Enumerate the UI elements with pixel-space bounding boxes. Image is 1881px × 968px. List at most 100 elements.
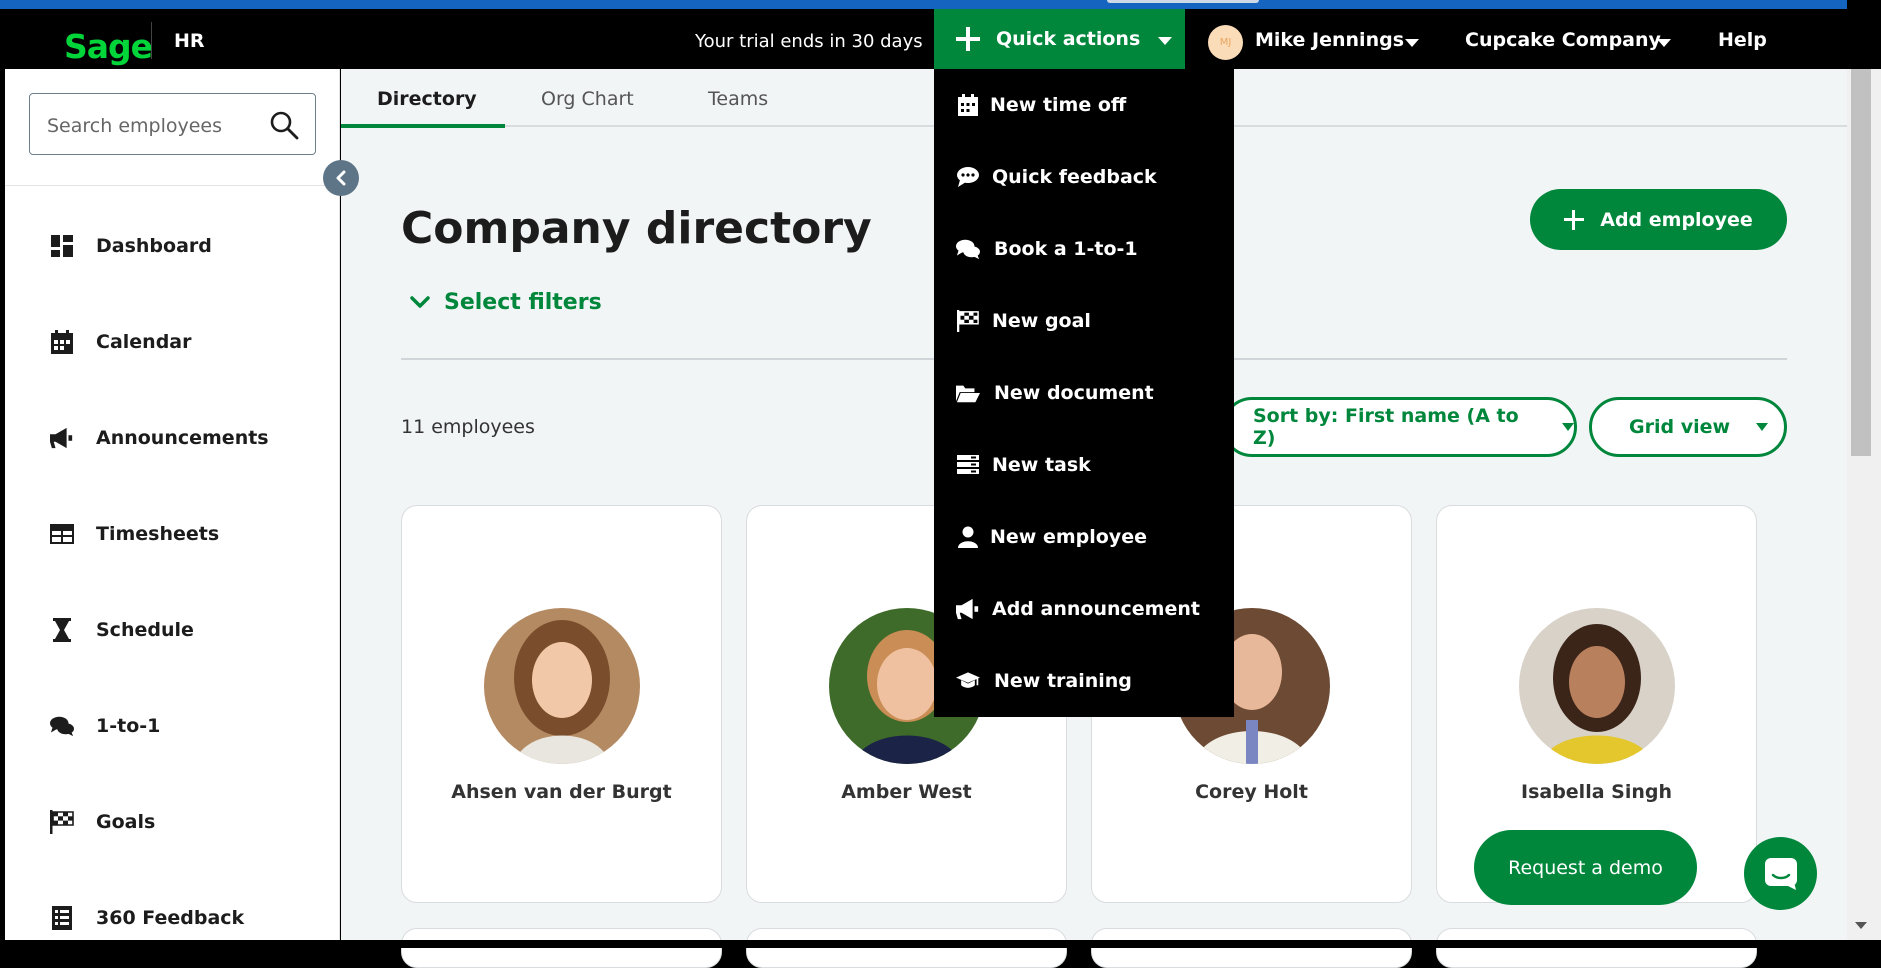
folder-open-icon	[956, 381, 980, 405]
view-label: Grid view	[1629, 416, 1731, 438]
trial-notice: Your trial ends in 30 days	[695, 31, 923, 52]
sort-dropdown[interactable]: Sort by: First name (A to Z)	[1222, 397, 1577, 457]
task-list-icon	[956, 453, 980, 477]
hourglass-icon	[50, 618, 74, 642]
scrollbar-thumb[interactable]	[1851, 69, 1871, 456]
sidebar-item-announcements[interactable]: Announcements	[50, 418, 330, 458]
company-menu[interactable]: Cupcake Company	[1465, 29, 1661, 51]
employee-card[interactable]	[1436, 928, 1757, 968]
select-filters-toggle[interactable]: Select filters	[410, 290, 602, 315]
sidebar-item-label: Timesheets	[96, 523, 220, 545]
menu-item-label: Quick feedback	[992, 166, 1157, 188]
sidebar-item-dashboard[interactable]: Dashboard	[50, 226, 330, 266]
tab-teams[interactable]: Teams	[708, 88, 768, 110]
caret-down-icon[interactable]	[1657, 39, 1671, 47]
chat-bubbles-icon	[956, 237, 980, 261]
sidebar-item-1-to-1[interactable]: 1-to-1	[50, 706, 330, 746]
sort-label: Sort by: First name (A to Z)	[1253, 405, 1519, 449]
menu-item-new-goal[interactable]: New goal	[956, 306, 1091, 336]
logo-divider	[151, 22, 152, 59]
chat-launcher-button[interactable]	[1744, 837, 1817, 910]
chat-bubbles-icon	[50, 714, 74, 738]
page-title: Company directory	[401, 203, 872, 254]
menu-item-new-employee[interactable]: New employee	[956, 522, 1147, 552]
sidebar-item-label: Dashboard	[96, 235, 212, 257]
help-link[interactable]: Help	[1718, 29, 1767, 51]
search-placeholder[interactable]: Search employees	[47, 115, 222, 137]
menu-item-book-1-to-1[interactable]: Book a 1-to-1	[956, 234, 1138, 264]
graduation-cap-icon	[956, 669, 980, 693]
scrollbar[interactable]	[1847, 69, 1881, 940]
sidebar-divider	[5, 185, 340, 186]
view-dropdown[interactable]: Grid view	[1589, 397, 1787, 457]
chat-icon	[1764, 857, 1797, 890]
search-icon[interactable]	[269, 110, 299, 144]
add-employee-button[interactable]: Add employee	[1530, 189, 1787, 250]
sidebar-item-label: Schedule	[96, 619, 194, 641]
tab-org-chart[interactable]: Org Chart	[541, 88, 634, 110]
employee-card[interactable]: Ahsen van der Burgt	[401, 505, 722, 903]
menu-item-quick-feedback[interactable]: Quick feedback	[956, 162, 1157, 192]
sidebar-item-label: 1-to-1	[96, 715, 161, 737]
menu-item-add-announcement[interactable]: Add announcement	[956, 594, 1200, 624]
quick-actions-label: Quick actions	[996, 28, 1141, 50]
employee-card[interactable]	[1091, 928, 1412, 968]
sidebar-item-360-feedback[interactable]: 360 Feedback	[50, 898, 330, 938]
employee-card[interactable]	[401, 928, 722, 968]
menu-item-new-task[interactable]: New task	[956, 450, 1091, 480]
select-filters-label: Select filters	[444, 290, 602, 315]
menu-item-label: New goal	[992, 310, 1091, 332]
sidebar-item-calendar[interactable]: Calendar	[50, 322, 330, 362]
caret-down-icon[interactable]	[1405, 39, 1419, 47]
dashboard-icon	[50, 234, 74, 258]
calendar-icon	[50, 330, 74, 354]
sidebar-item-label: Calendar	[96, 331, 192, 353]
checkered-flag-icon	[956, 309, 980, 333]
top-navigation-bar: Sage HR Your trial ends in 30 days Quick…	[0, 9, 1847, 69]
browser-top-strip	[0, 0, 1847, 9]
employee-name: Ahsen van der Burgt	[451, 781, 672, 803]
sidebar-item-goals[interactable]: Goals	[50, 802, 330, 842]
tab-directory[interactable]: Directory	[377, 88, 477, 110]
employee-card[interactable]	[746, 928, 1067, 968]
active-tab-indicator	[341, 124, 505, 128]
sage-logo[interactable]: Sage	[64, 27, 153, 66]
megaphone-icon	[956, 597, 980, 621]
collapse-sidebar-button[interactable]	[323, 160, 359, 196]
user-menu[interactable]: Mike Jennings	[1255, 29, 1404, 51]
caret-down-icon	[1158, 37, 1173, 45]
sidebar-item-label: Announcements	[96, 427, 269, 449]
plus-icon	[956, 27, 980, 51]
person-icon	[956, 525, 980, 549]
menu-item-new-time-off[interactable]: New time off	[956, 90, 1126, 120]
menu-item-label: New employee	[990, 526, 1147, 548]
table-icon	[50, 522, 74, 546]
request-demo-button[interactable]: Request a demo	[1474, 830, 1697, 905]
menu-item-label: Book a 1-to-1	[994, 238, 1138, 260]
employee-name: Corey Holt	[1195, 781, 1308, 803]
scroll-down-arrow-icon[interactable]	[1855, 922, 1867, 929]
sidebar-item-timesheets[interactable]: Timesheets	[50, 514, 330, 554]
caret-down-icon	[1756, 423, 1769, 431]
employee-name: Isabella Singh	[1521, 781, 1672, 803]
menu-item-new-document[interactable]: New document	[956, 378, 1154, 408]
sidebar-item-label: Goals	[96, 811, 156, 833]
menu-item-label: Add announcement	[992, 598, 1200, 620]
menu-item-label: New time off	[990, 94, 1127, 116]
plus-icon	[1564, 209, 1585, 230]
menu-item-label: New document	[994, 382, 1154, 404]
employee-photo	[1519, 608, 1675, 764]
checkered-flag-icon	[50, 810, 74, 834]
window-bottom-edge	[0, 940, 1881, 948]
sidebar-item-schedule[interactable]: Schedule	[50, 610, 330, 650]
employee-count: 11 employees	[401, 416, 535, 438]
app-name: HR	[174, 30, 205, 52]
employee-name: Amber West	[841, 781, 972, 803]
avatar[interactable]: MJ	[1208, 25, 1243, 60]
menu-item-label: New task	[992, 454, 1091, 476]
sidebar-item-label: 360 Feedback	[96, 907, 245, 929]
quick-actions-button[interactable]: Quick actions	[934, 9, 1185, 69]
menu-item-label: New training	[994, 670, 1132, 692]
menu-item-new-training[interactable]: New training	[956, 666, 1132, 696]
chevron-left-icon	[336, 170, 346, 186]
